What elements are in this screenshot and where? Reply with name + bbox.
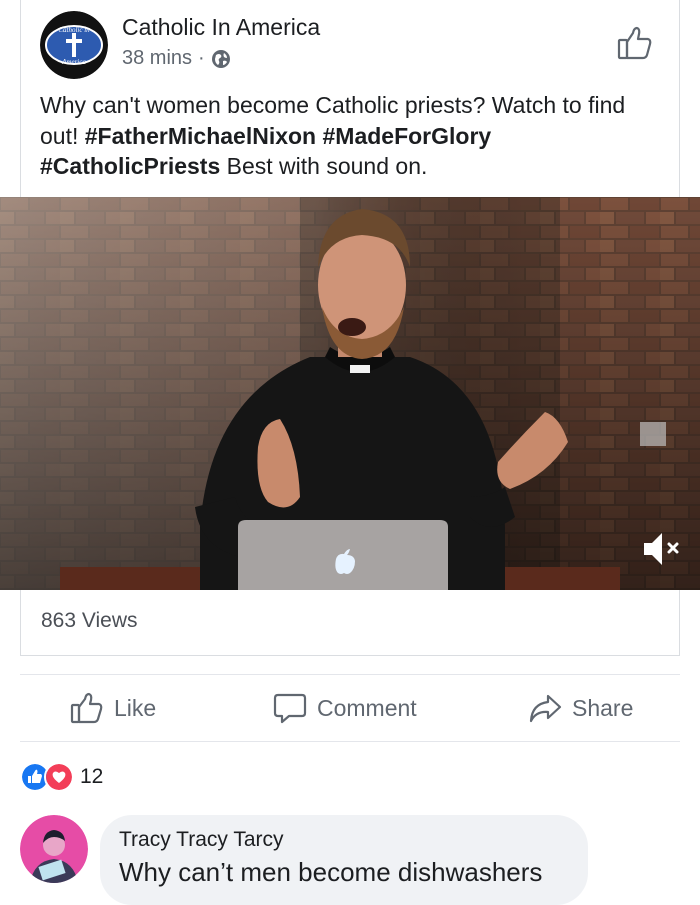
share-label: Share: [572, 694, 634, 721]
video-frame: [0, 197, 700, 590]
post-text-outro: Best with sound on.: [220, 153, 428, 179]
hashtag-link[interactable]: #CatholicPriests: [40, 153, 220, 179]
like-label: Like: [114, 694, 157, 721]
share-arrow-icon: [529, 694, 562, 723]
speech-bubble-icon: [273, 693, 307, 724]
logo-text-top: Catholic in: [58, 26, 90, 34]
comment-author[interactable]: Tracy Tracy Tarcy: [119, 828, 284, 852]
hashtag-link[interactable]: #MadeForGlory: [323, 123, 492, 149]
globe-icon: [211, 49, 231, 69]
video-player[interactable]: [0, 197, 700, 590]
comment-text: Why can’t men become dishwashers: [119, 857, 543, 887]
page-avatar[interactable]: Catholic in America: [40, 11, 108, 79]
logo-text-bottom: America: [61, 58, 86, 66]
thumbs-up-icon: [70, 692, 103, 724]
muted-speaker-icon[interactable]: [640, 527, 684, 571]
reaction-count: 12: [80, 765, 104, 788]
thumbs-up-icon[interactable]: [616, 24, 654, 62]
post-time: 38 mins: [122, 47, 193, 69]
comment-label: Comment: [317, 694, 417, 721]
meta-separator: ·: [198, 47, 205, 69]
view-count: 863 Views: [41, 609, 138, 632]
like-button[interactable]: Like: [70, 675, 156, 741]
comment-button[interactable]: Comment: [273, 675, 417, 741]
commenter-avatar[interactable]: [20, 815, 88, 883]
page-name[interactable]: Catholic In America: [122, 14, 320, 41]
reactions-summary[interactable]: 12: [20, 762, 103, 792]
love-reaction-icon: [44, 762, 74, 792]
post-meta: 38 mins ·: [122, 47, 231, 70]
action-bar: Like Comment Share: [20, 674, 680, 742]
post-text: Why can't women become Catholic priests?…: [40, 90, 660, 182]
hashtag-link[interactable]: #FatherMichaelNixon: [85, 123, 316, 149]
comment-bubble[interactable]: Tracy Tracy Tarcy Why can’t men become d…: [100, 815, 588, 905]
share-button[interactable]: Share: [528, 675, 633, 741]
